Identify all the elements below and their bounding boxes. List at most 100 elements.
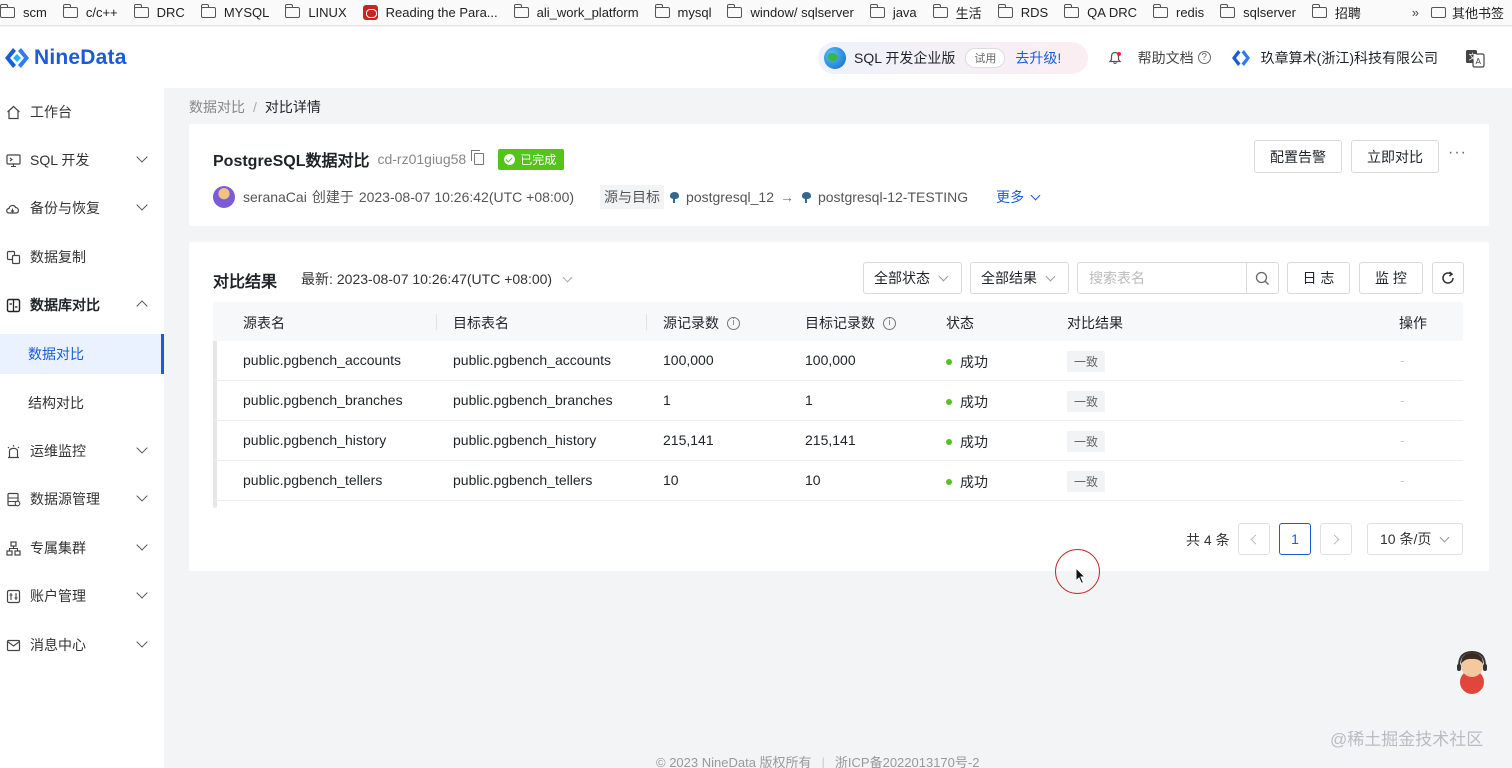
status-cell: 成功 bbox=[946, 472, 988, 492]
bookmark-item[interactable]: scm bbox=[0, 4, 47, 20]
sidebar-item-sql-dev[interactable]: SQL 开发 bbox=[0, 140, 164, 180]
bookmark-item[interactable]: c/c++ bbox=[62, 4, 118, 20]
next-page-button[interactable] bbox=[1320, 523, 1352, 555]
bookmark-item[interactable]: ali_work_platform bbox=[513, 4, 639, 20]
other-bookmarks[interactable]: 其他书签 bbox=[1430, 3, 1504, 22]
customer-support-icon[interactable] bbox=[1452, 648, 1492, 694]
bookmark-item[interactable]: mysql bbox=[654, 4, 711, 20]
logo[interactable]: NineData bbox=[4, 45, 127, 71]
more-actions-icon[interactable]: ··· bbox=[1448, 144, 1467, 162]
sidebar-item-backup[interactable]: 备份与恢复 bbox=[0, 188, 164, 228]
info-icon[interactable]: i bbox=[883, 316, 896, 330]
bookmark-item[interactable]: MYSQL bbox=[200, 4, 269, 20]
monitor-button[interactable]: 监 控 bbox=[1359, 262, 1423, 294]
upgrade-banner[interactable]: SQL 开发企业版 试用 去升级! bbox=[818, 42, 1088, 74]
bookmark-item[interactable]: java bbox=[869, 4, 917, 20]
language-icon[interactable]: 文 A bbox=[1464, 47, 1486, 69]
configure-alert-button[interactable]: 配置告警 bbox=[1254, 140, 1342, 173]
svg-text:A: A bbox=[1476, 57, 1482, 66]
sidebar-item-cluster[interactable]: 专属集群 bbox=[0, 528, 164, 568]
copy-icon[interactable] bbox=[471, 150, 485, 165]
prev-page-button[interactable] bbox=[1238, 523, 1270, 555]
help-docs-link[interactable]: 帮助文档 ? bbox=[1138, 48, 1211, 68]
more-details-link[interactable]: 更多 bbox=[996, 187, 1041, 207]
mail-icon bbox=[5, 637, 21, 653]
task-summary-card: PostgreSQL数据对比 cd-rz01giug58 已完成 配置告警 立即… bbox=[189, 124, 1489, 226]
target-datasource[interactable]: postgresql-12-TESTING bbox=[818, 189, 968, 205]
chevron-left-icon bbox=[1250, 534, 1261, 544]
bookmark-item[interactable]: DRC bbox=[133, 4, 185, 20]
bell-icon[interactable] bbox=[1108, 51, 1122, 65]
sidebar-item-messages[interactable]: 消息中心 bbox=[0, 625, 164, 665]
chevron-up-icon bbox=[136, 300, 148, 312]
footer-separator: | bbox=[821, 755, 825, 768]
chevron-down-icon bbox=[136, 199, 148, 211]
breadcrumb-current: 对比详情 bbox=[264, 99, 321, 115]
breadcrumb-parent[interactable]: 数据对比 bbox=[189, 99, 245, 115]
bookmark-item[interactable]: RDS bbox=[997, 4, 1048, 20]
app-header: NineData SQL 开发企业版 试用 去升级! 帮助文档 ? 玖章算术(浙… bbox=[0, 27, 1512, 88]
refresh-button[interactable] bbox=[1432, 262, 1464, 294]
bookmark-item[interactable]: LINUX bbox=[285, 4, 347, 20]
page-size-select[interactable]: 10 条/页 bbox=[1367, 523, 1463, 555]
table-search-input[interactable] bbox=[1078, 263, 1246, 293]
target-table-cell: public.pgbench_branches bbox=[453, 392, 613, 408]
bookmark-item[interactable]: 招聘 bbox=[1311, 3, 1361, 22]
bookmark-item[interactable]: redis bbox=[1152, 4, 1204, 20]
source-count-cell: 100,000 bbox=[663, 352, 714, 368]
status-filter-select[interactable]: 全部状态 bbox=[863, 262, 962, 294]
page-1-button[interactable]: 1 bbox=[1279, 523, 1311, 555]
chevron-down-icon bbox=[136, 636, 148, 648]
sidebar-item-workbench[interactable]: 工作台 bbox=[0, 92, 164, 132]
action-cell: - bbox=[1400, 472, 1405, 488]
sidebar-item-replication[interactable]: 数据复制 bbox=[0, 237, 164, 277]
source-count-cell: 215,141 bbox=[663, 432, 714, 448]
org-icon bbox=[1231, 49, 1250, 66]
bookmark-item[interactable]: sqlserver bbox=[1220, 4, 1296, 20]
sidebar-item-datasource[interactable]: 数据源管理 bbox=[0, 479, 164, 519]
folder-icon bbox=[133, 4, 149, 18]
home-icon bbox=[5, 104, 21, 120]
breadcrumb: 数据对比 / 对比详情 bbox=[189, 99, 321, 115]
search-icon bbox=[1255, 271, 1269, 285]
folder-icon bbox=[869, 4, 885, 18]
success-dot-icon bbox=[946, 359, 952, 366]
compare-icon bbox=[5, 297, 21, 313]
sidebar-item-db-compare[interactable]: 数据库对比 bbox=[0, 285, 164, 325]
info-icon[interactable]: i bbox=[727, 316, 740, 330]
upgrade-link[interactable]: 去升级! bbox=[1015, 48, 1061, 68]
latest-run-selector[interactable]: 最新: 2023-08-07 10:26:47(UTC +08:00) bbox=[301, 269, 573, 289]
folder-icon bbox=[1311, 4, 1327, 18]
log-button[interactable]: 日 志 bbox=[1287, 262, 1350, 294]
bookmark-item[interactable]: window/ sqlserver bbox=[727, 4, 854, 20]
copy-data-icon bbox=[5, 249, 21, 265]
table-search bbox=[1077, 262, 1279, 294]
sidebar-item-account[interactable]: 账户管理 bbox=[0, 576, 164, 616]
column-header: 源表名 bbox=[243, 315, 285, 331]
table-row: public.pgbench_branches public.pgbench_b… bbox=[213, 381, 1463, 421]
table-row: public.pgbench_accounts public.pgbench_a… bbox=[213, 341, 1463, 381]
target-count-cell: 215,141 bbox=[805, 432, 856, 448]
column-header: 目标表名 bbox=[453, 315, 509, 331]
source-datasource[interactable]: postgresql_12 bbox=[686, 189, 774, 205]
icp-link[interactable]: 浙ICP备2022013170号-2 bbox=[835, 755, 980, 768]
sidebar-item-schema-compare[interactable]: 结构对比 bbox=[0, 383, 164, 423]
sidebar-item-ops-monitor[interactable]: 运维监控 bbox=[0, 431, 164, 471]
compare-now-button[interactable]: 立即对比 bbox=[1351, 140, 1439, 173]
bookmark-item[interactable]: QA DRC bbox=[1064, 4, 1137, 20]
bookmarks-overflow-button[interactable]: » bbox=[1412, 5, 1419, 20]
chevron-down-icon bbox=[1045, 271, 1056, 281]
logo-text: NineData bbox=[34, 45, 127, 69]
mouse-cursor-icon bbox=[1075, 567, 1087, 585]
bookmark-item[interactable]: 生活 bbox=[932, 3, 982, 22]
postgresql-icon bbox=[670, 191, 680, 203]
column-header: 操作 bbox=[1399, 315, 1427, 331]
search-button[interactable] bbox=[1246, 263, 1278, 293]
company-switcher[interactable]: 玖章算术(浙江)科技有限公司 bbox=[1231, 48, 1438, 68]
result-tag: 一致 bbox=[1067, 351, 1106, 372]
bookmark-item[interactable]: Reading the Para... bbox=[362, 5, 498, 20]
result-filter-select[interactable]: 全部结果 bbox=[970, 262, 1069, 294]
check-circle-icon bbox=[504, 153, 516, 165]
sidebar-item-data-compare[interactable]: 数据对比 bbox=[0, 334, 164, 374]
column-header: 源记录数 i bbox=[663, 313, 740, 333]
